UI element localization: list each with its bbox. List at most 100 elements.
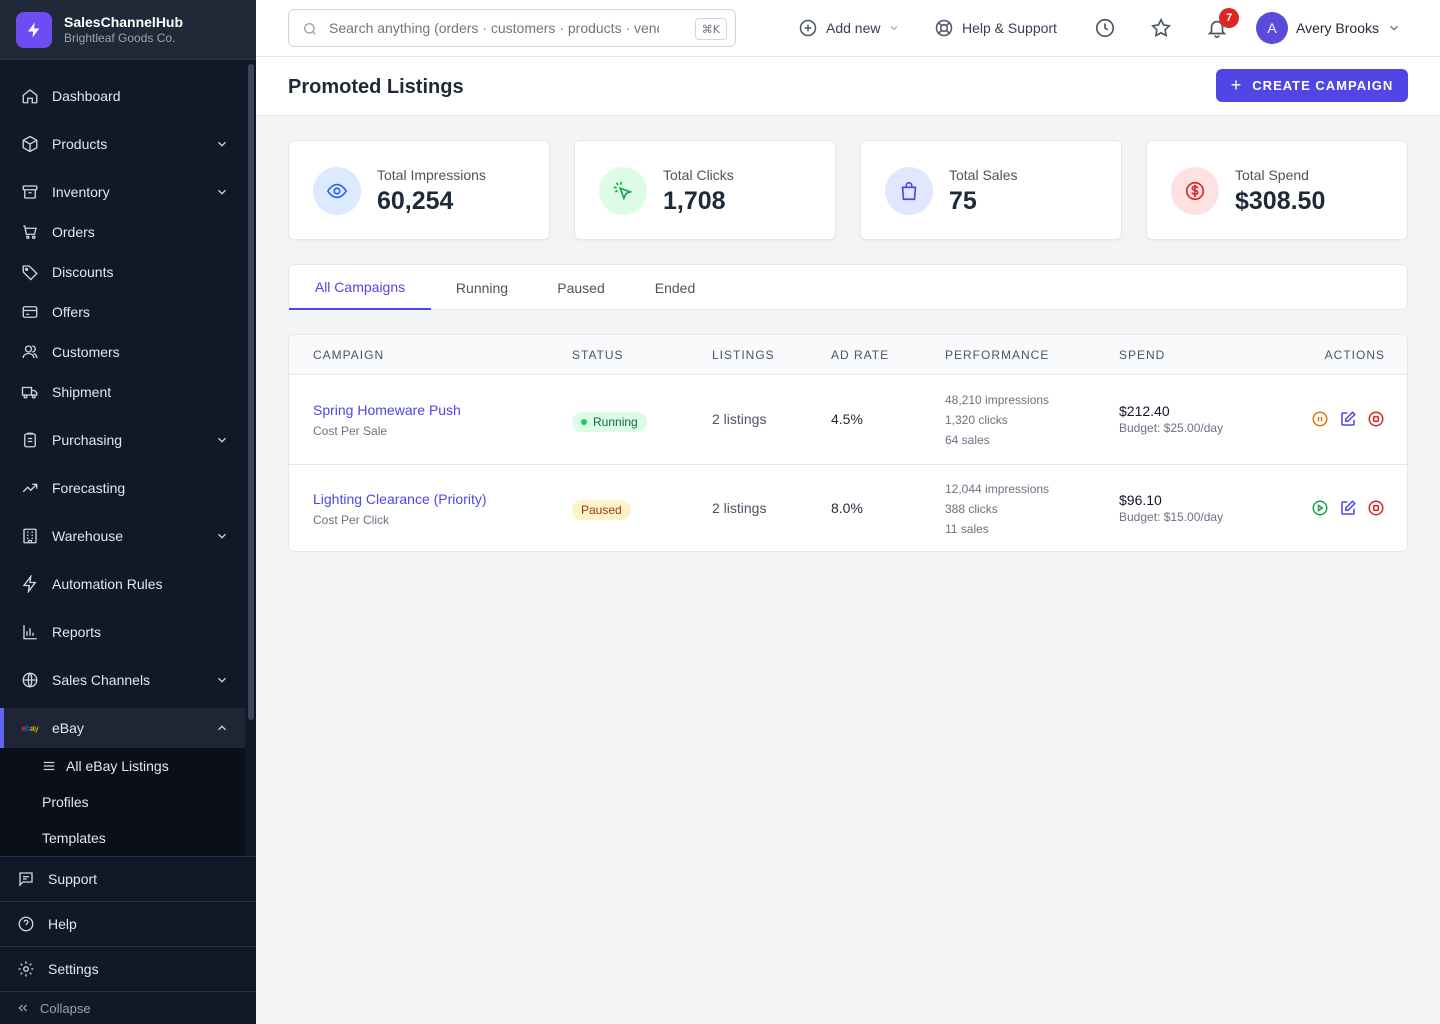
- favorites-button[interactable]: [1147, 14, 1175, 42]
- table-row: Lighting Clearance (Priority) Cost Per C…: [289, 465, 1407, 551]
- sidebar-bottom: Support Help Settings Collapse: [0, 856, 256, 1024]
- lightning-logo-icon: [16, 11, 52, 48]
- brand-company: Brightleaf Goods Co.: [64, 30, 176, 45]
- stat-label: Total Impressions: [377, 167, 486, 183]
- sidebar-item-orders[interactable]: Orders: [0, 212, 245, 252]
- brand[interactable]: SalesChannelHub Brightleaf Goods Co.: [0, 0, 256, 60]
- sidebar-subitem-profiles[interactable]: Profiles: [0, 784, 245, 820]
- chevron-down-icon: [891, 26, 898, 31]
- add-new-button[interactable]: Add new: [798, 14, 900, 42]
- chevron-down-icon: [218, 533, 226, 539]
- campaign-type: Cost Per Click: [313, 513, 390, 527]
- campaigns-table: Campaign Status Listings Ad Rate Perform…: [288, 334, 1408, 552]
- collapse-sidebar-button[interactable]: Collapse: [0, 991, 256, 1024]
- column-header-ad-rate: Ad Rate: [831, 348, 890, 362]
- pause-button[interactable]: [1311, 410, 1329, 428]
- column-header-actions: Actions: [1324, 348, 1385, 362]
- notifications-button[interactable]: 7: [1203, 8, 1239, 42]
- tab-running[interactable]: Running: [441, 265, 523, 310]
- sidebar-item-label: Products: [52, 136, 108, 152]
- column-header-listings: Listings: [712, 348, 775, 362]
- sidebar-item-label: eBay: [52, 720, 84, 736]
- users-icon: [20, 342, 40, 362]
- sidebar-item-label: Settings: [48, 961, 99, 977]
- column-header-spend: Spend: [1119, 348, 1166, 362]
- sidebar-item-settings[interactable]: Settings: [0, 946, 256, 991]
- edit-button[interactable]: [1339, 499, 1357, 517]
- table-row: Spring Homeware Push Cost Per Sale Runni…: [289, 376, 1407, 465]
- resume-button[interactable]: [1311, 499, 1329, 517]
- search-input[interactable]: [329, 20, 659, 36]
- stop-button[interactable]: [1367, 410, 1385, 428]
- chevron-down-icon: [218, 189, 226, 195]
- spend-budget: Budget: $15.00/day: [1119, 510, 1224, 524]
- home-icon: [20, 86, 40, 106]
- plus-circle-icon: [798, 18, 818, 38]
- clock-icon: [1095, 18, 1115, 38]
- sidebar-item-products[interactable]: Products: [0, 124, 245, 164]
- tab-ended[interactable]: Ended: [641, 265, 709, 310]
- tab-all-campaigns[interactable]: All Campaigns: [289, 265, 431, 310]
- sidebar-item-discounts[interactable]: Discounts: [0, 252, 245, 292]
- collapse-label: Collapse: [40, 1000, 91, 1016]
- spend-amount: $212.40: [1119, 403, 1170, 419]
- sidebar-item-warehouse[interactable]: Warehouse: [0, 516, 245, 556]
- edit-button[interactable]: [1339, 410, 1357, 428]
- stat-value: 75: [949, 187, 977, 215]
- credit-card-icon: [20, 302, 40, 322]
- sidebar-item-reports[interactable]: Reports: [0, 612, 245, 652]
- sidebar-item-dashboard[interactable]: Dashboard: [0, 76, 245, 116]
- sidebar-item-customers[interactable]: Customers: [0, 332, 245, 372]
- stat-card-impressions: Total Impressions 60,254: [288, 140, 550, 240]
- sidebar-item-support[interactable]: Support: [0, 856, 256, 901]
- sales-count: 64 sales: [945, 433, 990, 447]
- sidebar-item-shipment[interactable]: Shipment: [0, 372, 245, 412]
- spend-amount: $96.10: [1119, 492, 1162, 508]
- ebay-logo-icon: ebay: [21, 723, 39, 733]
- edit-icon: [1341, 500, 1356, 515]
- column-header-campaign: Campaign: [313, 348, 385, 362]
- sidebar-item-label: Discounts: [52, 264, 114, 280]
- sidebar-item-automation-rules[interactable]: Automation Rules: [0, 564, 245, 604]
- sidebar-item-ebay[interactable]: ebay eBay: [0, 708, 245, 748]
- sidebar-subitem-label: Templates: [42, 830, 106, 846]
- ad-rate: 8.0%: [831, 500, 863, 516]
- campaign-name-link[interactable]: Spring Homeware Push: [313, 402, 461, 418]
- sidebar-item-help[interactable]: Help: [0, 901, 256, 946]
- clicks-count: 388 clicks: [945, 502, 998, 516]
- building-icon: [20, 526, 40, 546]
- sidebar-item-label: Warehouse: [52, 528, 124, 544]
- history-button[interactable]: [1091, 14, 1119, 42]
- stop-button[interactable]: [1367, 499, 1385, 517]
- sidebar-item-label: Reports: [52, 624, 102, 640]
- sidebar-item-forecasting[interactable]: Forecasting: [0, 468, 245, 508]
- stat-value: 60,254: [377, 187, 454, 215]
- pause-circle-icon: [1312, 411, 1328, 427]
- help-support-button[interactable]: Help & Support: [934, 14, 1057, 42]
- tab-paused[interactable]: Paused: [545, 265, 617, 310]
- sidebar-subitem-templates[interactable]: Templates: [0, 820, 245, 856]
- campaign-type: Cost Per Sale: [313, 424, 388, 438]
- lifebuoy-icon: [934, 18, 954, 38]
- sidebar-item-label: Shipment: [52, 384, 112, 400]
- campaign-name-link[interactable]: Lighting Clearance (Priority): [313, 491, 487, 507]
- sidebar-item-purchasing[interactable]: Purchasing: [0, 420, 245, 460]
- create-campaign-button[interactable]: + CREATE CAMPAIGN: [1216, 69, 1408, 102]
- search-box[interactable]: ⌘K: [288, 9, 736, 47]
- help-support-label: Help & Support: [962, 20, 1057, 36]
- stat-card-spend: Total Spend $308.50: [1146, 140, 1408, 240]
- list-icon: [43, 761, 55, 771]
- sidebar-item-offers[interactable]: Offers: [0, 292, 245, 332]
- sidebar-scrollbar[interactable]: [248, 64, 254, 720]
- status-label: Paused: [581, 503, 622, 517]
- sidebar-item-label: Support: [48, 871, 98, 887]
- sidebar-subitem-all-ebay-listings[interactable]: All eBay Listings: [0, 748, 245, 784]
- user-name: Avery Brooks: [1296, 20, 1379, 36]
- sidebar-item-sales-channels[interactable]: Sales Channels: [0, 660, 245, 700]
- sidebar-item-inventory[interactable]: Inventory: [0, 172, 245, 212]
- avatar: A: [1256, 12, 1288, 44]
- user-menu[interactable]: A Avery Brooks: [1256, 12, 1401, 44]
- impressions-count: 48,210 impressions: [945, 393, 1050, 407]
- edit-icon: [1341, 411, 1356, 426]
- sidebar-subitem-label: All eBay Listings: [66, 758, 169, 774]
